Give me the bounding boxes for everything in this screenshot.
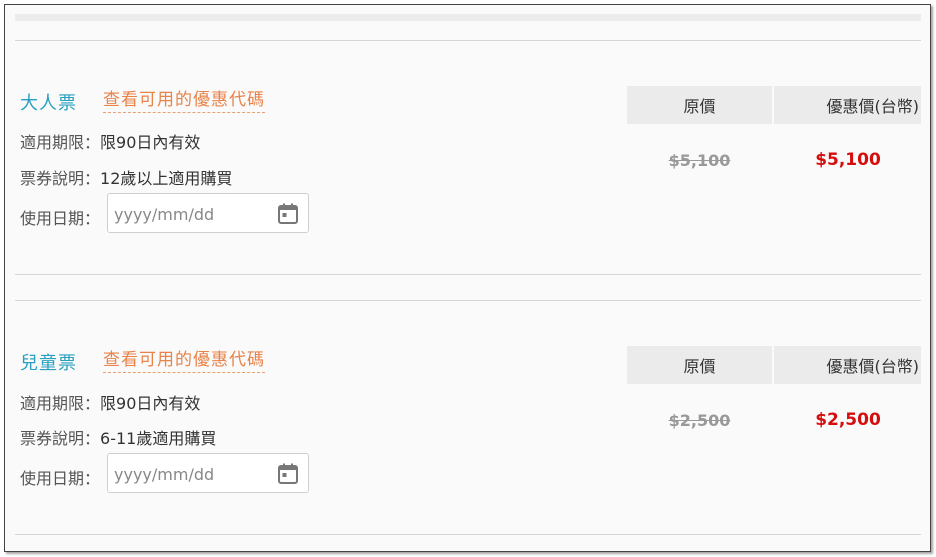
validity-value: 限90日內有效 [100,133,201,152]
date-input[interactable] [114,203,264,225]
calendar-icon[interactable] [276,202,300,226]
date-picker [107,193,309,233]
description-label: 票券說明： [20,169,101,188]
view-promo-codes-link[interactable]: 查看可用的優惠代碼 [103,85,265,113]
description-value: 6-11歲適用購買 [100,429,217,448]
date-label: 使用日期： [20,209,101,228]
divider [15,534,921,535]
date-input[interactable] [114,463,264,485]
original-price: $5,100 [668,151,731,170]
original-price-header: 原價 [627,346,772,384]
divider [15,274,921,275]
ticket-child: 兒童票 查看可用的優惠代碼 適用期限：限90日內有效 票券說明：6-11歲適用購… [15,341,921,511]
validity-label: 適用期限： [20,133,101,152]
date-label: 使用日期： [20,469,101,488]
ticket-adult: 大人票 查看可用的優惠代碼 適用期限：限90日內有效 票券說明：12歲以上適用購… [15,81,921,251]
sale-price: $2,500 [815,410,881,430]
original-price: $2,500 [668,411,731,430]
view-promo-codes-link[interactable]: 查看可用的優惠代碼 [103,345,265,373]
ticket-panel: 大人票 查看可用的優惠代碼 適用期限：限90日內有效 票券說明：12歲以上適用購… [4,4,931,552]
ticket-title: 大人票 [20,93,77,114]
sale-price-header: 優惠價(台幣) [774,86,921,124]
sale-price-header: 優惠價(台幣) [774,346,921,384]
validity-row: 適用期限：限90日內有效 [20,129,200,153]
validity-row: 適用期限：限90日內有效 [20,390,200,414]
validity-value: 限90日內有效 [100,394,201,413]
description-row: 票券說明：6-11歲適用購買 [20,425,216,449]
price-header: 原價 優惠價(台幣) [627,86,921,124]
original-price-header: 原價 [627,86,772,124]
description-value: 12歲以上適用購買 [100,169,233,188]
price-header: 原價 優惠價(台幣) [627,346,921,384]
top-divider-bar [15,14,921,21]
divider [15,40,921,41]
sale-price: $5,100 [815,150,881,170]
description-row: 票券說明：12歲以上適用購買 [20,165,232,189]
divider [15,300,921,301]
validity-label: 適用期限： [20,394,101,413]
description-label: 票券說明： [20,429,101,448]
calendar-icon[interactable] [276,462,300,486]
ticket-title: 兒童票 [20,353,77,374]
date-picker [107,453,309,493]
